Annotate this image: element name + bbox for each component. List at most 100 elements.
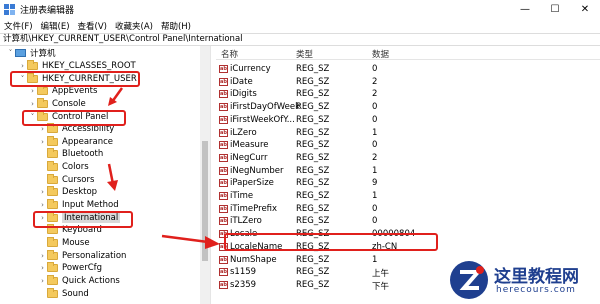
- tree-expand-icon[interactable]: ›: [38, 277, 47, 285]
- tree-item-label: 计算机: [30, 49, 56, 60]
- folder-icon: [47, 135, 58, 146]
- tree-expand-icon[interactable]: ›: [18, 62, 27, 70]
- logo-title: 这里教程网: [494, 267, 579, 287]
- tree-item[interactable]: › Appearance: [38, 135, 113, 149]
- value-row[interactable]: ab iLZero REG_SZ 1: [216, 127, 600, 140]
- folder-icon: [47, 249, 58, 260]
- value-name: s2359: [230, 279, 257, 290]
- tree-item[interactable]: Colors: [38, 161, 89, 174]
- string-value-icon: ab: [219, 268, 228, 277]
- tree-item[interactable]: Cursors: [38, 173, 94, 187]
- value-type: REG_SZ: [296, 114, 330, 125]
- tree-item[interactable]: Mouse: [38, 237, 90, 250]
- string-value-icon: ab: [219, 115, 228, 124]
- value-row[interactable]: ab iFirstWeekOfY... REG_SZ 0: [216, 114, 600, 127]
- value-name: iPaperSize: [230, 178, 274, 189]
- value-row[interactable]: ab iDigits REG_SZ 2: [216, 88, 600, 101]
- value-row[interactable]: ab iNegNumber REG_SZ 1: [216, 165, 600, 178]
- tree-item-label: Quick Actions: [62, 275, 120, 286]
- value-data: 0: [372, 102, 378, 113]
- value-row[interactable]: ab iTimePrefix REG_SZ 0: [216, 203, 600, 216]
- value-name: iFirstWeekOfY...: [230, 114, 295, 125]
- arrow-down-2-icon: [107, 163, 118, 191]
- value-type: REG_SZ: [296, 76, 330, 87]
- value-data: 0: [372, 64, 378, 74]
- column-name-header[interactable]: 名称: [221, 48, 238, 60]
- arrow-right-icon: [161, 234, 220, 249]
- string-value-icon: ab: [219, 255, 228, 264]
- value-row[interactable]: ab iMeasure REG_SZ 0: [216, 139, 600, 152]
- value-row[interactable]: ab iTLZero REG_SZ 0: [216, 215, 600, 228]
- tree-item-label: Sound: [62, 288, 89, 299]
- value-name: s1159: [230, 267, 257, 278]
- value-type: REG_SZ: [296, 216, 330, 227]
- menu-favorites[interactable]: 收藏夹(A): [115, 20, 153, 32]
- string-value-icon: ab: [219, 153, 228, 162]
- folder-icon: [47, 186, 58, 197]
- value-row[interactable]: ab iDate REG_SZ 2: [216, 76, 600, 89]
- tree-expand-icon[interactable]: ›: [38, 188, 47, 196]
- tree-expand-icon[interactable]: ›: [38, 201, 47, 209]
- value-type: REG_SZ: [296, 64, 330, 74]
- value-data: 1: [372, 127, 378, 138]
- tree-expand-icon[interactable]: ›: [38, 138, 47, 146]
- value-row[interactable]: ab iPaperSize REG_SZ 9: [216, 177, 600, 190]
- folder-icon: [47, 173, 58, 184]
- address-bar[interactable]: 计算机\HKEY_CURRENT_USER\Control Panel\Inte…: [0, 33, 600, 46]
- tree-expand-icon[interactable]: ›: [28, 87, 37, 95]
- tree-item-label: Console: [52, 98, 86, 109]
- tree-item[interactable]: › Console: [28, 97, 86, 111]
- highlight-locale: [224, 233, 438, 251]
- string-value-icon: ab: [219, 128, 228, 137]
- tree-scrollbar[interactable]: [200, 46, 210, 304]
- close-button[interactable]: ✕: [570, 0, 600, 18]
- value-type: REG_SZ: [296, 191, 330, 201]
- site-logo: 这里教程网 herecours.com: [446, 258, 600, 304]
- tree-expand-icon[interactable]: ›: [38, 264, 47, 272]
- value-row[interactable]: ab iFirstDayOfWeek REG_SZ 0: [216, 101, 600, 114]
- menu-view[interactable]: 查看(V): [78, 20, 107, 32]
- tree-item-label: HKEY_CLASSES_ROOT: [42, 60, 136, 71]
- string-value-icon: ab: [219, 65, 228, 73]
- menu-file[interactable]: 文件(F): [4, 20, 33, 32]
- column-type-header[interactable]: 类型: [296, 48, 313, 60]
- tree-expand-icon[interactable]: ›: [38, 125, 47, 133]
- highlight-control-panel: [22, 110, 126, 126]
- value-data: 2: [372, 76, 378, 87]
- value-name: iFirstDayOfWeek: [230, 102, 301, 113]
- menu-edit[interactable]: 编辑(E): [41, 20, 70, 32]
- column-data-header[interactable]: 数据: [372, 48, 389, 60]
- value-type: REG_SZ: [296, 178, 330, 189]
- tree-expand-icon[interactable]: ›: [28, 100, 37, 108]
- tree-expand-icon[interactable]: ˅: [6, 49, 15, 57]
- value-data: 0: [372, 216, 378, 227]
- string-value-icon: ab: [219, 90, 228, 99]
- tree-item[interactable]: › Input Method: [38, 199, 119, 212]
- value-name: iTime: [230, 191, 254, 201]
- tree-item[interactable]: Bluetooth: [38, 148, 103, 161]
- logo-emblem-icon: [450, 261, 488, 299]
- tree-expand-icon[interactable]: ›: [38, 252, 47, 260]
- value-data: 1: [372, 254, 378, 265]
- tree-item-label: PowerCfg: [62, 263, 103, 274]
- folder-icon: [47, 237, 58, 248]
- value-row[interactable]: ab iCurrency REG_SZ 0: [216, 63, 600, 76]
- tree-item[interactable]: › Desktop: [38, 186, 97, 199]
- value-type: REG_SZ: [296, 89, 330, 100]
- maximize-button[interactable]: ☐: [540, 0, 570, 18]
- value-row[interactable]: ab iTime REG_SZ 1: [216, 190, 600, 203]
- tree-item[interactable]: › Quick Actions: [38, 274, 120, 288]
- tree-item[interactable]: Sound: [38, 287, 89, 300]
- value-type: REG_SZ: [296, 267, 330, 278]
- highlight-hkcu: [10, 71, 140, 87]
- value-type: REG_SZ: [296, 127, 330, 138]
- tree-item[interactable]: ˅ 计算机: [6, 47, 56, 60]
- value-row[interactable]: ab iNegCurr REG_SZ 2: [216, 152, 600, 165]
- value-data: 上午: [372, 269, 390, 280]
- tree-item[interactable]: › Personalization: [38, 249, 126, 262]
- tree-item[interactable]: › PowerCfg: [38, 262, 102, 275]
- menu-help[interactable]: 帮助(H): [161, 20, 191, 32]
- minimize-button[interactable]: —: [510, 0, 540, 18]
- tree-item-label: Input Method: [62, 200, 119, 211]
- folder-icon: [47, 123, 58, 134]
